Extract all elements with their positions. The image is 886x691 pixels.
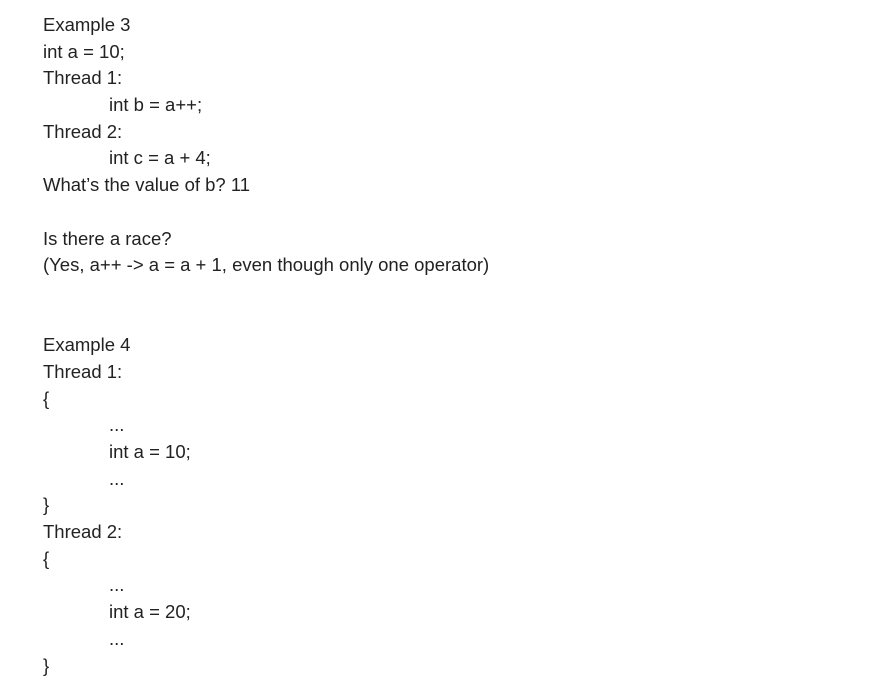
example3-thread1-code: int b = a++; (109, 94, 203, 116)
example4-thread2-close-brace: } (43, 654, 50, 676)
example4-title: Example 4 (43, 334, 131, 356)
example3-question: What’s the value of b? 11 (43, 174, 251, 196)
example4-thread1-ellipsis-bottom: ... (109, 467, 125, 489)
example4-thread1-close-brace: } (43, 494, 50, 516)
example4-thread2-code: int a = 20; (109, 601, 191, 623)
example3-race-question: Is there a race? (43, 227, 172, 249)
example3-thread2-code: int c = a + 4; (109, 147, 211, 169)
example3-declaration: int a = 10; (43, 40, 125, 62)
document-body: Example 3 int a = 10; Thread 1: int b = … (43, 12, 863, 679)
example4-thread1-open-brace: { (43, 387, 50, 409)
example4-thread1-ellipsis-top: ... (109, 414, 125, 436)
example4-thread2-open-brace: { (43, 547, 50, 569)
example3-race-answer: (Yes, a++ -> a = a + 1, even though only… (43, 254, 490, 276)
example3-thread1-label: Thread 1: (43, 67, 123, 89)
example4-thread1-code: int a = 10; (109, 441, 191, 462)
example3-title: Example 3 (43, 14, 131, 35)
example4-thread2-ellipsis-top: ... (109, 574, 125, 596)
example3-thread2-label: Thread 2: (43, 120, 123, 142)
example4-thread2-ellipsis-bottom: ... (109, 627, 125, 649)
example4-thread2-label: Thread 2: (43, 521, 123, 543)
example4-thread1-label: Thread 1: (43, 360, 123, 382)
